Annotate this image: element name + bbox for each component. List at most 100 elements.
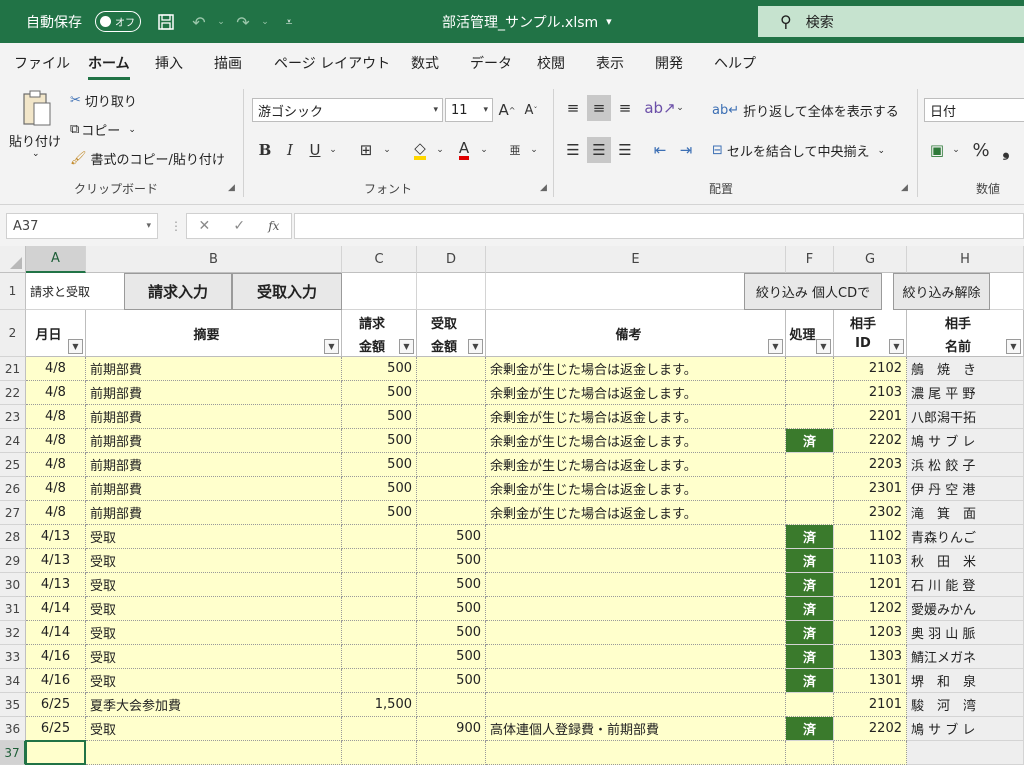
cell-partner-id[interactable]: 2103 <box>834 381 907 405</box>
filter-by-id-button[interactable]: 絞り込み 個人CDで <box>744 273 882 310</box>
redo-icon[interactable]: ↷ <box>232 11 254 33</box>
cell-bill-amount[interactable]: 500 <box>342 453 417 477</box>
redo-dropdown-icon[interactable]: ⌄ <box>254 11 276 33</box>
tab-file[interactable]: ファイル <box>14 53 70 73</box>
cell-processed[interactable]: 済 <box>786 525 834 549</box>
cell-bill-amount[interactable]: 500 <box>342 501 417 525</box>
cell-bill-amount[interactable] <box>342 549 417 573</box>
save-icon[interactable] <box>155 11 177 33</box>
percent-style-button[interactable]: % <box>970 137 992 163</box>
cell-processed[interactable]: 済 <box>786 549 834 573</box>
cell-bill-amount[interactable]: 500 <box>342 429 417 453</box>
column-header-d[interactable]: D <box>417 246 486 273</box>
tab-view[interactable]: 表示 <box>596 53 624 73</box>
comma-style-button[interactable]: ❟ <box>996 137 1016 163</box>
cell-bill-amount[interactable] <box>342 645 417 669</box>
column-header-b[interactable]: B <box>86 246 342 273</box>
clear-filter-button[interactable]: 絞り込み解除 <box>893 273 990 310</box>
fill-color-icon[interactable]: ◇ <box>408 137 432 163</box>
chevron-down-icon[interactable]: ⌄ <box>674 95 686 121</box>
chevron-down-icon[interactable]: ⌄ <box>478 137 490 163</box>
cell-bill-amount[interactable] <box>342 669 417 693</box>
cell-date[interactable]: 4/8 <box>26 477 86 501</box>
row-header-2[interactable]: 2 <box>0 310 26 357</box>
increase-font-icon[interactable]: A ^ <box>497 97 517 123</box>
cell-description[interactable]: 夏季大会参加費 <box>86 693 342 717</box>
cell-partner-id[interactable]: 2202 <box>834 429 907 453</box>
cell-received-amount[interactable] <box>417 405 486 429</box>
cell-partner-name[interactable]: 秋 田 米 <box>907 549 1024 573</box>
cell-bill-amount[interactable] <box>342 597 417 621</box>
cell-description[interactable]: 前期部費 <box>86 357 342 381</box>
cell-received-amount[interactable] <box>417 741 486 765</box>
invoice-input-button[interactable]: 請求入力 <box>124 273 232 310</box>
column-header-c[interactable]: C <box>342 246 417 273</box>
cell-bill-amount[interactable] <box>342 741 417 765</box>
undo-dropdown-icon[interactable]: ⌄ <box>210 11 232 33</box>
row-header-32[interactable]: 32 <box>0 621 26 645</box>
decrease-indent-icon[interactable]: ⇤ <box>648 137 672 163</box>
cell-description[interactable]: 受取 <box>86 597 342 621</box>
undo-icon[interactable]: ↶ <box>188 11 210 33</box>
tab-formulas[interactable]: 数式 <box>411 53 439 73</box>
orientation-icon[interactable]: ab↗ <box>644 95 675 121</box>
format-painter-button[interactable]: 🖌 書式のコピー/貼り付け <box>70 149 225 168</box>
cell-description[interactable]: 受取 <box>86 525 342 549</box>
cell-note[interactable] <box>486 549 786 573</box>
cell-partner-name[interactable]: 八郎潟干拓 <box>907 405 1024 429</box>
align-right-icon[interactable]: ☰ <box>613 137 637 163</box>
row-header-30[interactable]: 30 <box>0 573 26 597</box>
align-center-icon[interactable]: ☰ <box>587 137 611 163</box>
dialog-launcher-icon[interactable]: ◢ <box>540 183 547 193</box>
cell-partner-id[interactable]: 1301 <box>834 669 907 693</box>
cut-button[interactable]: ✂ 切り取り <box>70 91 137 110</box>
cell-date[interactable]: 4/8 <box>26 453 86 477</box>
filter-dropdown-icon[interactable]: ▼ <box>399 339 414 354</box>
paste-button[interactable]: 貼り付け <box>9 131 61 150</box>
cell-description[interactable]: 前期部費 <box>86 477 342 501</box>
underline-button[interactable]: U <box>305 137 325 163</box>
cell-date[interactable]: 4/14 <box>26 597 86 621</box>
filter-dropdown-icon[interactable]: ▼ <box>1006 339 1021 354</box>
align-top-icon[interactable]: ≡ <box>561 95 585 121</box>
cell-description[interactable]: 前期部費 <box>86 429 342 453</box>
cell-received-amount[interactable]: 500 <box>417 669 486 693</box>
cell-description[interactable]: 前期部費 <box>86 405 342 429</box>
cell-bill-amount[interactable]: 500 <box>342 381 417 405</box>
decrease-font-icon[interactable]: Aˇ <box>521 97 541 123</box>
cell-date[interactable]: 4/8 <box>26 429 86 453</box>
cell-partner-name[interactable]: 浜 松 餃 子 <box>907 453 1024 477</box>
cell-partner-id[interactable]: 1202 <box>834 597 907 621</box>
receive-input-button[interactable]: 受取入力 <box>232 273 342 310</box>
row-header-34[interactable]: 34 <box>0 669 26 693</box>
cell-bill-amount[interactable] <box>342 621 417 645</box>
cell-received-amount[interactable]: 500 <box>417 549 486 573</box>
bold-button[interactable]: B <box>255 137 275 163</box>
italic-button[interactable]: I <box>280 137 300 163</box>
insert-function-icon[interactable]: fx <box>268 219 279 233</box>
cell-description[interactable]: 受取 <box>86 573 342 597</box>
cell-note[interactable]: 高体連個人登録費・前期部費 <box>486 717 786 741</box>
cell-received-amount[interactable] <box>417 477 486 501</box>
filter-dropdown-icon[interactable]: ▼ <box>68 339 83 354</box>
chevron-down-icon[interactable]: ⌄ <box>327 137 339 163</box>
tab-data[interactable]: データ <box>470 53 512 73</box>
cell-date[interactable]: 4/16 <box>26 669 86 693</box>
cell-partner-name[interactable]: 鯖江メガネ <box>907 645 1024 669</box>
cell-note[interactable]: 余剰金が生じた場合は返金します。 <box>486 357 786 381</box>
copy-button[interactable]: ⧉ コピー ⌄ <box>70 120 136 139</box>
cell-bill-amount[interactable]: 500 <box>342 405 417 429</box>
cell-partner-name[interactable]: 鳩 サ ブ レ <box>907 717 1024 741</box>
cell-date[interactable]: 6/25 <box>26 717 86 741</box>
align-middle-icon[interactable]: ≡ <box>587 95 611 121</box>
cell-c1[interactable] <box>342 273 417 310</box>
row-header-36[interactable]: 36 <box>0 717 26 741</box>
cell-received-amount[interactable]: 500 <box>417 573 486 597</box>
tab-home[interactable]: ホーム <box>88 53 130 80</box>
cell-note[interactable] <box>486 525 786 549</box>
cell-received-amount[interactable]: 500 <box>417 645 486 669</box>
cell-processed[interactable]: 済 <box>786 645 834 669</box>
row-header-23[interactable]: 23 <box>0 405 26 429</box>
tab-insert[interactable]: 挿入 <box>155 53 183 73</box>
cell-d1[interactable] <box>417 273 486 310</box>
